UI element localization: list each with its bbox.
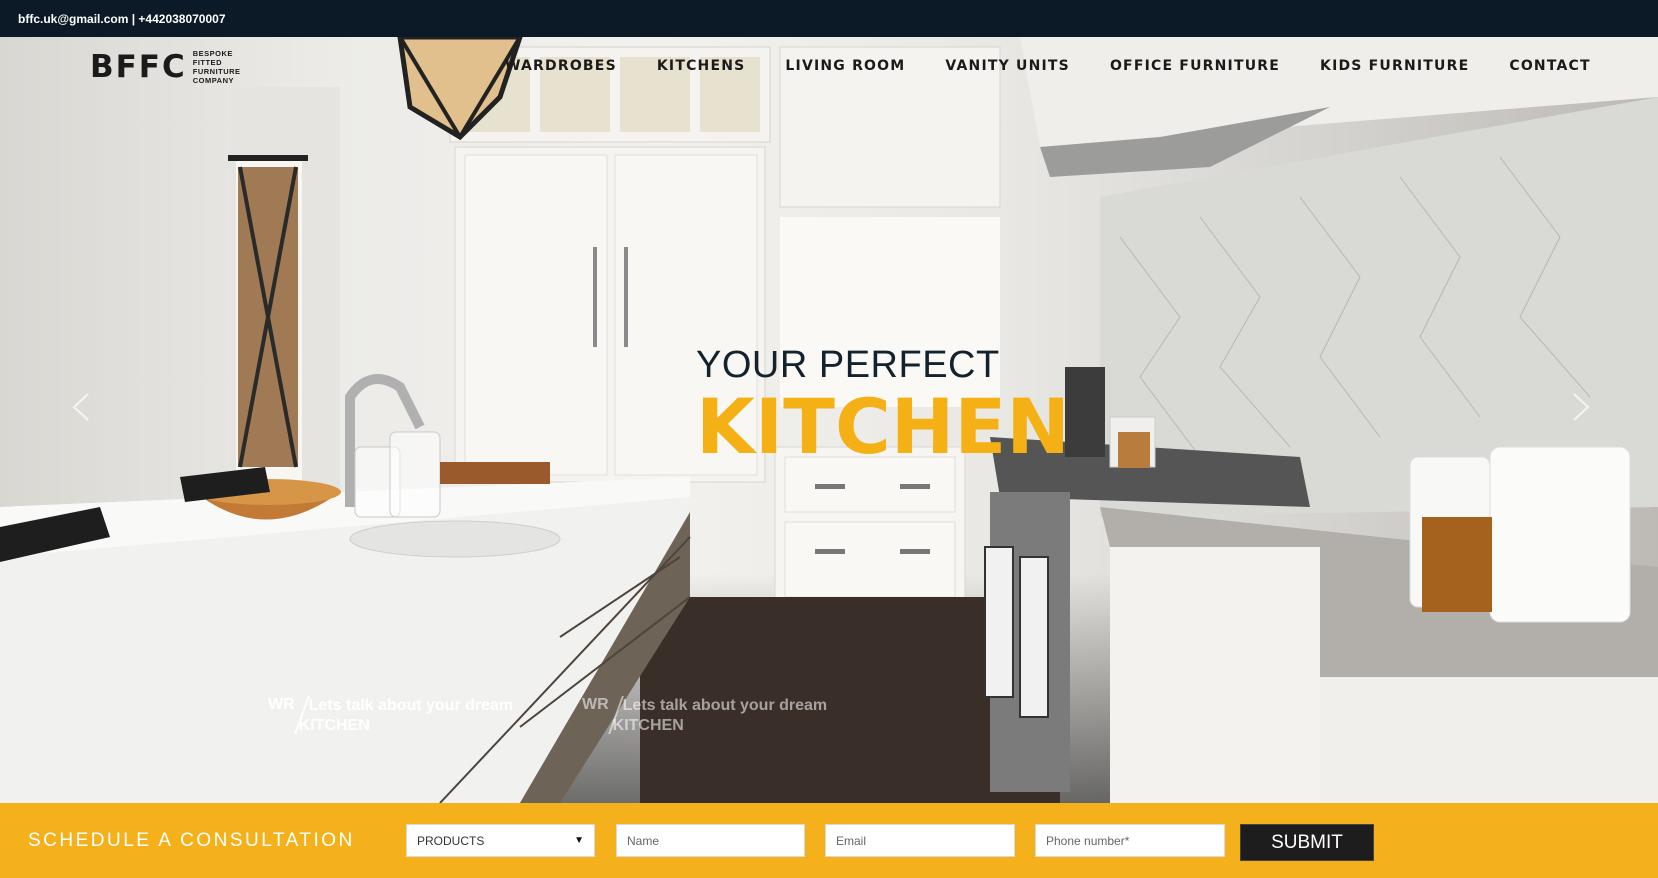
slide-thumb-tag: WR	[268, 696, 295, 713]
brand-logo[interactable]: BFFC BESPOKE FITTED FURNITURE COMPANY	[90, 49, 241, 85]
nav-vanity-units[interactable]: VANITY UNITS	[945, 58, 1070, 74]
slide-thumb-room: KITCHEN	[612, 717, 684, 734]
slide-thumb-tag: WR	[582, 696, 609, 713]
hero-caption: YOUR PERFECT KITCHEN	[696, 344, 1070, 465]
contact-info: bffc.uk@gmail.com | +442038070007	[18, 11, 226, 26]
hero-title-line1: YOUR PERFECT	[696, 344, 1000, 386]
slide-thumb-headline: Lets talk about your dream	[622, 697, 828, 714]
phone-input[interactable]	[1035, 824, 1225, 857]
slide-thumb[interactable]: WR Lets talk about your dream KITCHEN	[582, 696, 827, 736]
logo-tagline-line: COMPANY	[192, 76, 235, 85]
slide-thumb-text: Lets talk about your dream KITCHEN	[613, 696, 828, 736]
main-nav: WARDROBES KITCHENS LIVING ROOM VANITY UN…	[505, 58, 1591, 74]
nav-wardrobes[interactable]: WARDROBES	[505, 58, 617, 74]
slide-thumb[interactable]: WR Lets talk about your dream KITCHEN	[268, 696, 513, 736]
consultation-bar: SCHEDULE A CONSULTATION PRODUCTS ▼ SUBMI…	[0, 803, 1658, 878]
products-select[interactable]: PRODUCTS ▼	[406, 824, 595, 857]
hero-title-line2: KITCHEN	[696, 382, 1070, 471]
logo-mark: BFFC	[90, 49, 187, 85]
nav-living-room[interactable]: LIVING ROOM	[785, 58, 905, 74]
nav-office-furniture[interactable]: OFFICE FURNITURE	[1110, 58, 1280, 74]
caret-down-icon: ▼	[574, 835, 584, 846]
submit-button[interactable]: SUBMIT	[1240, 824, 1374, 861]
slide-thumb-room: KITCHEN	[298, 717, 370, 734]
chevron-left-icon[interactable]	[68, 392, 94, 422]
logo-tagline: BESPOKE FITTED FURNITURE COMPANY	[193, 49, 241, 85]
slide-thumb-headline: Lets talk about your dream	[308, 697, 514, 714]
products-select-value: PRODUCTS	[417, 833, 485, 848]
contact-topbar: bffc.uk@gmail.com | +442038070007	[0, 0, 1658, 37]
chevron-right-icon[interactable]	[1568, 392, 1594, 422]
slide-thumb-text: Lets talk about your dream KITCHEN	[299, 696, 514, 736]
hero-slider: BFFC BESPOKE FITTED FURNITURE COMPANY WA…	[0, 37, 1658, 803]
nav-kids-furniture[interactable]: KIDS FURNITURE	[1320, 58, 1469, 74]
logo-tagline-line: BESPOKE	[192, 49, 233, 58]
email-input[interactable]	[825, 824, 1015, 857]
nav-kitchens[interactable]: KITCHENS	[657, 58, 746, 74]
nav-contact[interactable]: CONTACT	[1509, 58, 1590, 74]
name-input[interactable]	[616, 824, 805, 857]
consultation-title: SCHEDULE A CONSULTATION	[28, 830, 355, 851]
logo-tagline-line: FITTED	[192, 58, 222, 67]
logo-tagline-line: FURNITURE	[192, 67, 241, 76]
